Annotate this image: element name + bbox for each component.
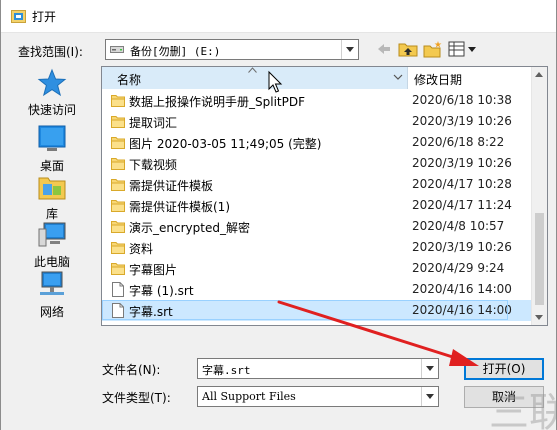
place-label: 此电脑 [33, 255, 70, 269]
list-item[interactable]: 需提供证件模板(1) 2020/4/17 11:24 [102, 195, 532, 216]
network-icon [40, 271, 64, 295]
file-name: 资料 [129, 242, 154, 256]
drive-icon [110, 46, 124, 53]
file-name: 演示_encrypted_解密 [129, 221, 250, 235]
file-type-label: 文件类型(T): [102, 391, 171, 405]
file-date: 2020/6/18 8:22 [412, 135, 505, 149]
file-name: 需提供证件模板(1) [129, 200, 230, 214]
title-bar: 打开 [1, 0, 556, 33]
scroll-up-icon[interactable] [535, 72, 543, 77]
folder-icon [111, 200, 125, 212]
vertical-scrollbar[interactable] [531, 67, 547, 325]
folder-icon [111, 158, 125, 170]
sort-ascending-icon [248, 67, 257, 73]
file-date: 2020/3/19 10:26 [412, 240, 512, 254]
list-item[interactable]: 资料 2020/3/19 10:26 [102, 237, 532, 258]
folder-icon [111, 95, 125, 107]
look-in-dropdown[interactable]: 备份[勿删] (E:) [105, 39, 359, 60]
folder-icon [111, 242, 125, 254]
file-name-label: 文件名(N): [102, 363, 161, 377]
up-folder-icon[interactable] [398, 40, 418, 58]
column-date-label: 修改日期 [414, 73, 463, 87]
window-title: 打开 [32, 10, 57, 24]
scrollbar-thumb[interactable] [535, 213, 544, 305]
column-header-date[interactable]: 修改日期 [409, 67, 532, 89]
back-arrow-icon[interactable] [375, 40, 393, 58]
file-name: 图片 2020-03-05 11;49;05 (完整) [129, 137, 322, 151]
file-name: 数据上报操作说明手册_SplitPDF [129, 95, 305, 109]
column-header: 名称 修改日期 [102, 67, 532, 89]
view-menu-icon[interactable] [448, 40, 478, 58]
open-file-dialog: 打开 查找范围(I): 备份[勿删] (E:) 快速访问 桌面 库 此电脑 网络… [0, 0, 557, 430]
file-name-input[interactable]: 字幕.srt [197, 358, 439, 379]
file-date: 2020/4/16 14:00 [412, 282, 512, 296]
list-item[interactable]: 字幕图片 2020/4/29 9:24 [102, 258, 532, 279]
scroll-down-icon[interactable] [535, 315, 543, 320]
file-name: 字幕图片 [129, 263, 178, 277]
desktop-icon [38, 125, 66, 151]
file-name: 下载视频 [129, 158, 178, 172]
file-name: 字幕.srt [129, 305, 173, 319]
file-date: 2020/3/19 10:26 [412, 114, 512, 128]
places-bar: 快速访问 桌面 库 此电脑 网络 [13, 66, 91, 326]
list-item[interactable]: 演示_encrypted_解密 2020/4/8 10:57 [102, 216, 532, 237]
column-name-label: 名称 [117, 73, 142, 87]
star-icon [37, 68, 67, 97]
file-date: 2020/6/18 10:38 [412, 93, 512, 107]
place-this-pc[interactable]: 此电脑 [13, 220, 91, 276]
chevron-down-icon[interactable] [421, 387, 438, 406]
file-list[interactable]: 名称 修改日期 数据上报操作说明手册_SplitPDF 2020/6/18 10… [101, 66, 548, 326]
column-header-name[interactable]: 名称 [102, 67, 408, 89]
file-type-dropdown[interactable]: All Support Files [197, 386, 439, 407]
list-item-selected[interactable]: 字幕.srt 2020/4/16 14:00 [102, 300, 532, 321]
chevron-down-icon[interactable] [392, 71, 404, 83]
look-in-label: 查找范围(I): [18, 45, 83, 59]
list-item[interactable]: 数据上报操作说明手册_SplitPDF 2020/6/18 10:38 [102, 90, 532, 111]
computer-icon [38, 222, 66, 247]
new-folder-icon[interactable] [423, 40, 443, 58]
list-item[interactable]: 需提供证件模板 2020/4/17 10:28 [102, 174, 532, 195]
file-date: 2020/4/16 14:00 [412, 303, 512, 317]
open-button[interactable]: 打开(O) [464, 358, 544, 380]
file-type-value: All Support Files [202, 390, 296, 403]
file-name-value: 字幕.srt [202, 364, 251, 377]
file-name: 需提供证件模板 [129, 179, 214, 193]
place-label: 网络 [39, 305, 64, 319]
list-item[interactable]: 图片 2020-03-05 11;49;05 (完整) 2020/6/18 8:… [102, 132, 532, 153]
list-item[interactable]: 下载视频 2020/3/19 10:26 [102, 153, 532, 174]
list-item[interactable]: 提取词汇 2020/3/19 10:26 [102, 111, 532, 132]
chevron-down-icon[interactable] [341, 40, 358, 59]
document-icon [112, 303, 124, 318]
folder-icon [111, 221, 125, 233]
file-date: 2020/4/8 10:57 [412, 219, 505, 233]
file-date: 2020/4/17 10:28 [412, 177, 512, 191]
place-label: 快速访问 [27, 103, 76, 117]
file-date: 2020/3/19 10:26 [412, 156, 512, 170]
folder-icon [111, 263, 125, 275]
folder-icon [111, 137, 125, 149]
library-icon [38, 177, 66, 200]
folder-icon [111, 179, 125, 191]
watermark: 三联 [489, 390, 556, 430]
chevron-down-icon[interactable] [421, 359, 438, 378]
file-date: 2020/4/17 11:24 [412, 198, 512, 212]
place-network[interactable]: 网络 [13, 270, 91, 326]
look-in-value: 备份[勿删] (E:) [130, 45, 221, 58]
file-date: 2020/4/29 9:24 [412, 261, 505, 275]
folder-icon [111, 116, 125, 128]
file-name: 提取词汇 [129, 116, 178, 130]
place-quick-access[interactable]: 快速访问 [13, 68, 91, 124]
app-icon [11, 10, 26, 23]
document-icon [112, 282, 124, 297]
list-item[interactable]: 字幕 (1).srt 2020/4/16 14:00 [102, 279, 532, 300]
file-name: 字幕 (1).srt [129, 284, 194, 298]
